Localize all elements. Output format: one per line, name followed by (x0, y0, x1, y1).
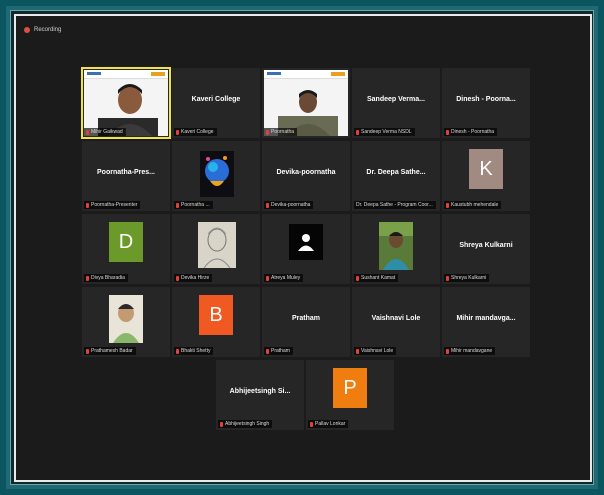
participant-name-tag: Dr. Deepa Sathe - Program Coor... (354, 201, 436, 209)
muted-mic-icon (356, 129, 359, 135)
muted-mic-icon (176, 202, 179, 208)
nsdl-logo-icon (151, 72, 165, 76)
video-tile-devika[interactable]: Devika-poornatha Devika-poornatha (262, 141, 350, 211)
participant-display-name: Mihir mandavga... (456, 315, 516, 322)
muted-mic-icon (86, 275, 89, 281)
muted-mic-icon (310, 421, 313, 427)
meeting-gallery-view: Recording Mihir Gaikwad Kaveri College K… (14, 14, 592, 482)
participant-name-tag: Poornatha ... (174, 201, 213, 209)
video-tile-divya[interactable]: D Divya Bharadia (82, 214, 170, 284)
muted-mic-icon (446, 348, 449, 354)
recording-dot-icon (24, 27, 30, 33)
shared-slide (264, 70, 348, 136)
video-tile-sushant[interactable]: Sushant Kamat (352, 214, 440, 284)
video-tile-shreya[interactable]: Shreya Kulkarni Shreya Kulkarni (442, 214, 530, 284)
profile-photo (379, 222, 413, 270)
video-tile-mihir-mandavgane[interactable]: Mihir mandavga... Mihir mandavgane (442, 287, 530, 357)
video-tile-devika-hirze[interactable]: Devika Hirze (172, 214, 260, 284)
video-tile-deepa[interactable]: Dr. Deepa Sathe... Dr. Deepa Sathe - Pro… (352, 141, 440, 211)
participant-name-tag: Poornatha-Presenter (84, 201, 141, 209)
profile-logo-icon (200, 151, 234, 197)
participant-name-tag: Devika Hirze (174, 274, 213, 282)
participant-name-tag: Sandeep Verma NSDL (354, 128, 415, 136)
muted-mic-icon (86, 348, 89, 354)
muted-mic-icon (446, 129, 449, 135)
video-tile-bhakti[interactable]: B Bhakti Shetty (172, 287, 260, 357)
participant-name-tag: Devika-poornatha (264, 201, 314, 209)
avatar: K (469, 149, 503, 189)
muted-mic-icon (176, 129, 179, 135)
org-logo-icon (267, 72, 281, 75)
participant-display-name: Abhijeetsingh Si... (229, 388, 291, 395)
avatar: B (199, 295, 233, 335)
muted-mic-icon (220, 421, 223, 427)
video-tile-pallav[interactable]: P Pallav Lonkar (306, 360, 394, 430)
muted-mic-icon (266, 275, 269, 281)
participant-name-tag: Sushant Kamat (354, 274, 399, 282)
participant-name-tag: Divya Bharadia (84, 274, 128, 282)
participant-display-name: Sandeep Verma... (367, 96, 425, 103)
video-tile-kaustubh[interactable]: K Kaustubh mehendale (442, 141, 530, 211)
recording-indicator[interactable]: Recording (24, 27, 61, 33)
muted-mic-icon (266, 129, 269, 135)
video-tile-prathamesh[interactable]: Prathamesh Badar (82, 287, 170, 357)
participant-name-tag: Pratham (264, 347, 293, 355)
participant-display-name: Kaveri College (191, 96, 241, 103)
video-tile-pratham[interactable]: Pratham Pratham (262, 287, 350, 357)
muted-mic-icon (356, 348, 359, 354)
participant-name-tag: Kaustubh mehendale (444, 201, 502, 209)
video-tile-vaishnavi[interactable]: Vaishnavi Lole Vaishnavi Lole (352, 287, 440, 357)
participant-display-name: Poornatha-Pres... (97, 169, 155, 176)
muted-mic-icon (176, 348, 179, 354)
muted-mic-icon (266, 202, 269, 208)
participant-name-tag: Abhijeetsingh Singh (218, 420, 273, 428)
video-tile-sandeep[interactable]: Sandeep Verma... Sandeep Verma NSDL (352, 68, 440, 138)
muted-mic-icon (446, 275, 449, 281)
participant-display-name: Dinesh - Poorna... (456, 96, 516, 103)
avatar: D (109, 222, 143, 262)
participant-display-name: Shreya Kulkarni (459, 242, 513, 249)
muted-mic-icon (356, 275, 359, 281)
video-tile-atreya[interactable]: Atreya Muley (262, 214, 350, 284)
participant-name-tag: Mihir Gaikwad (84, 128, 126, 136)
muted-mic-icon (446, 202, 449, 208)
recording-label: Recording (34, 27, 62, 33)
video-tile-poornatha-logo[interactable]: Poornatha ... (172, 141, 260, 211)
org-logo-icon (87, 72, 101, 75)
participant-name-tag: Shreya Kulkarni (444, 274, 490, 282)
profile-photo (109, 295, 143, 343)
participant-name-tag: Kaveri College (174, 128, 217, 136)
muted-mic-icon (176, 275, 179, 281)
participant-display-name: Pratham (291, 315, 320, 322)
participant-display-name: Devika-poornatha (276, 169, 336, 176)
video-tile-mihir[interactable]: Mihir Gaikwad (81, 67, 171, 139)
video-tile-kaveri[interactable]: Kaveri College Kaveri College (172, 68, 260, 138)
participant-display-name: Vaishnavi Lole (371, 315, 421, 322)
avatar: P (333, 368, 367, 408)
participant-name-tag: Mihir mandavgane (444, 347, 496, 355)
participant-name-tag: Vaishnavi Lole (354, 347, 397, 355)
participant-display-name: Dr. Deepa Sathe... (366, 169, 426, 176)
participant-name-tag: Dinesh - Poornatha (444, 128, 498, 136)
nsdl-logo-icon (331, 72, 345, 76)
muted-mic-icon (86, 202, 89, 208)
user-placeholder-icon (289, 224, 323, 260)
video-tile-poornatha[interactable]: Poornatha (262, 68, 350, 138)
video-tile-presenter[interactable]: Poornatha-Pres... Poornatha-Presenter (82, 141, 170, 211)
participant-name-tag: Pallav Lonkar (308, 420, 349, 428)
video-tile-dinesh[interactable]: Dinesh - Poorna... Dinesh - Poornatha (442, 68, 530, 138)
muted-mic-icon (266, 348, 269, 354)
participant-name-tag: Bhakti Shetty (174, 347, 214, 355)
shared-slide (84, 70, 168, 136)
muted-mic-icon (86, 129, 89, 135)
participant-name-tag: Prathamesh Badar (84, 347, 136, 355)
video-tile-abhijeet[interactable]: Abhijeetsingh Si... Abhijeetsingh Singh (216, 360, 304, 430)
profile-sketch-image (198, 222, 236, 268)
participant-name-tag: Poornatha (264, 128, 298, 136)
participant-name-tag: Atreya Muley (264, 274, 304, 282)
